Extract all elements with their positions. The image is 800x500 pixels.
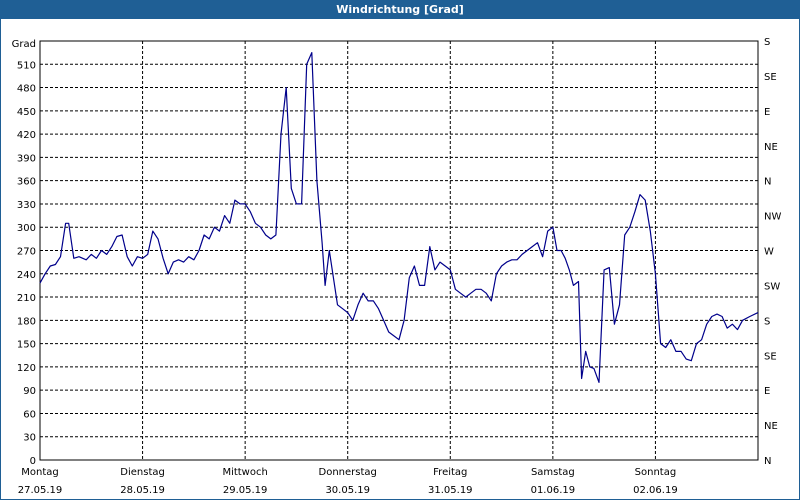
x-tick-day: Samstag bbox=[531, 467, 575, 478]
x-tick-date: 27.05.19 bbox=[18, 485, 63, 496]
compass-tick-label: NE bbox=[764, 142, 778, 153]
y-tick-label: 210 bbox=[17, 293, 36, 304]
y-tick-label: 0 bbox=[30, 456, 36, 467]
y-tick-label: 360 bbox=[17, 177, 36, 188]
compass-tick-label: SE bbox=[764, 351, 777, 362]
y-tick-label: 330 bbox=[17, 200, 36, 211]
compass-axis: S SE E NE N NW W SW S SE E NE N bbox=[764, 37, 781, 467]
y-tick-label: 390 bbox=[17, 153, 36, 164]
x-axis: Montag 27.05.19 Dienstag 28.05.19 Mittwoch 29… bbox=[18, 467, 678, 496]
compass-tick-label: NW bbox=[764, 212, 781, 223]
y-tick-label: 30 bbox=[23, 433, 36, 444]
x-tick-date: 31.05.19 bbox=[428, 485, 473, 496]
y-tick-label: 300 bbox=[17, 223, 36, 234]
y-axis-label: Grad bbox=[12, 39, 36, 50]
x-tick-date: 28.05.19 bbox=[120, 485, 165, 496]
y-tick-label: 240 bbox=[17, 270, 36, 281]
x-tick-date: 30.05.19 bbox=[325, 485, 370, 496]
compass-tick-label: SW bbox=[764, 281, 780, 292]
y-tick-label: 510 bbox=[17, 60, 36, 71]
wind-direction-chart: 0 30 60 90 120 150 180 210 240 270 300 330 360 390 420… bbox=[12, 37, 782, 496]
y-tick-label: 480 bbox=[17, 84, 36, 95]
compass-tick-label: S bbox=[764, 37, 770, 48]
x-tick-date: 02.06.19 bbox=[633, 485, 678, 496]
y-tick-label: 60 bbox=[23, 409, 36, 420]
y-tick-label: 90 bbox=[23, 386, 36, 397]
compass-tick-label: SE bbox=[764, 72, 777, 83]
y-tick-label: 180 bbox=[17, 316, 36, 327]
y-tick-label: 270 bbox=[17, 247, 36, 258]
compass-tick-label: S bbox=[764, 316, 770, 327]
compass-tick-label: N bbox=[764, 177, 771, 188]
x-tick-day: Dienstag bbox=[120, 467, 165, 478]
x-tick-day: Montag bbox=[21, 467, 58, 478]
x-tick-date: 29.05.19 bbox=[223, 485, 268, 496]
y-tick-label: 450 bbox=[17, 107, 36, 118]
y-tick-label: 420 bbox=[17, 130, 36, 141]
compass-tick-label: E bbox=[764, 107, 770, 118]
compass-tick-label: W bbox=[764, 247, 774, 258]
compass-tick-label: E bbox=[764, 386, 770, 397]
series-layer bbox=[39, 51, 759, 383]
y-tick-label: 120 bbox=[17, 363, 36, 374]
compass-tick-label: N bbox=[764, 456, 771, 467]
x-tick-day: Sonntag bbox=[635, 467, 677, 478]
compass-tick-label: NE bbox=[764, 421, 778, 432]
gridlines bbox=[40, 41, 758, 460]
x-tick-date: 01.06.19 bbox=[531, 485, 576, 496]
x-tick-day: Freitag bbox=[433, 467, 467, 478]
x-tick-day: Donnerstag bbox=[319, 467, 377, 478]
x-tick-day: Mittwoch bbox=[222, 467, 267, 478]
y-tick-label: 150 bbox=[17, 340, 36, 351]
y-axis: 0 30 60 90 120 150 180 210 240 270 300 330 360 390 420… bbox=[12, 39, 36, 467]
series-line bbox=[39, 51, 759, 383]
